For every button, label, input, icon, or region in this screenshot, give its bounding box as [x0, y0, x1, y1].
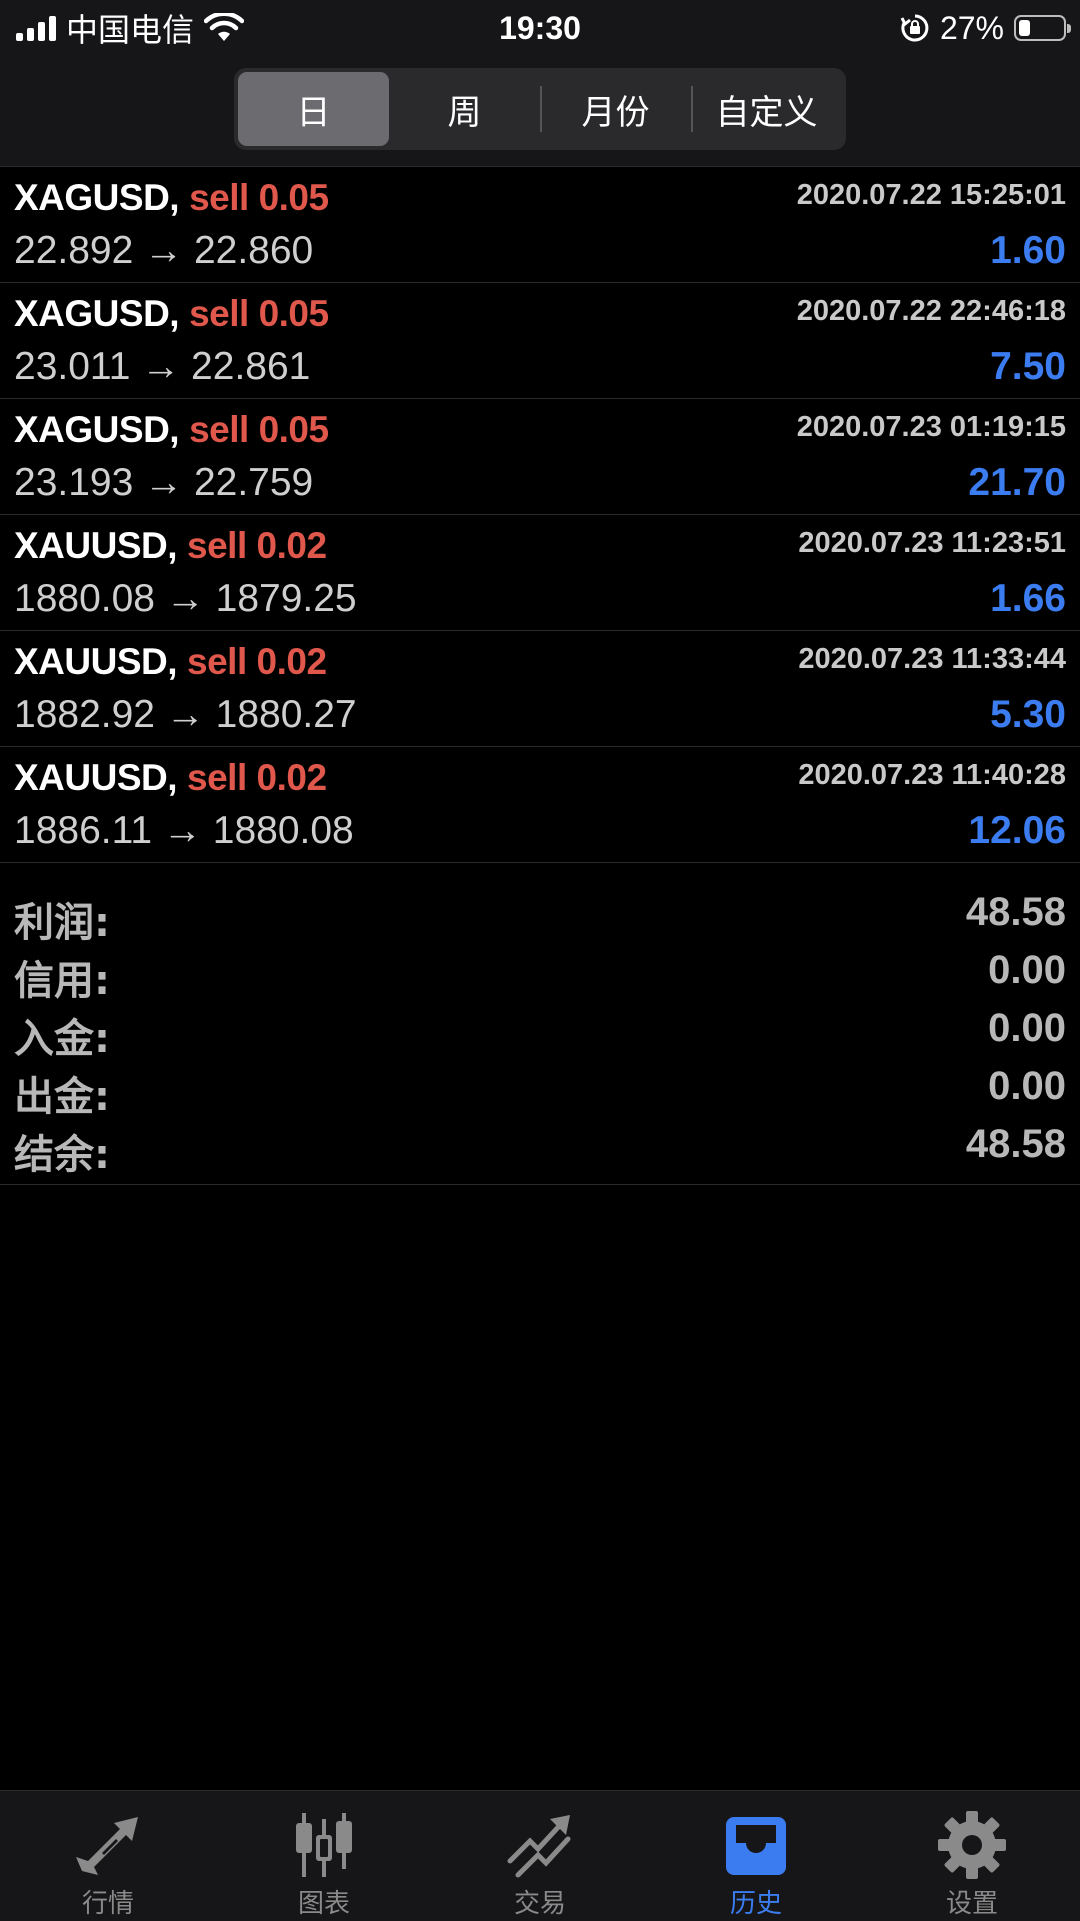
- trade-side: sell 0.05: [189, 293, 329, 334]
- symbol-text: XAGUSD,: [14, 293, 180, 334]
- tab-charts[interactable]: 图表: [216, 1791, 432, 1921]
- trade-row[interactable]: XAUUSD, sell 0.02 2020.07.23 11:33:44 188…: [0, 631, 1080, 747]
- trade-symbol: XAGUSD, sell 0.05: [14, 177, 329, 219]
- trade-side: sell 0.02: [187, 757, 327, 798]
- quotes-arrows-icon: [76, 1817, 138, 1875]
- trade-prices: 22.892 → 22.860: [14, 229, 314, 272]
- trade-profit: 12.06: [968, 809, 1066, 852]
- trade-profit: 5.30: [990, 693, 1066, 736]
- summary-label: 出金:: [14, 1074, 110, 1120]
- trade-side: sell 0.05: [189, 177, 329, 218]
- battery-percent: 27%: [939, 9, 1004, 46]
- battery-icon: [1014, 15, 1071, 41]
- symbol-text: XAGUSD,: [14, 177, 180, 218]
- trade-prices: 23.193 → 22.759: [14, 461, 314, 504]
- symbol-text: XAUUSD,: [14, 525, 178, 566]
- tab-label: 设置: [945, 1889, 998, 1919]
- tab-label: 图表: [297, 1889, 350, 1919]
- summary-withdrawal-row: 出金: 0.00: [0, 1062, 1080, 1120]
- tab-settings[interactable]: 设置: [864, 1791, 1080, 1921]
- trade-row[interactable]: XAGUSD, sell 0.05 2020.07.22 15:25:01 22.…: [0, 167, 1080, 283]
- trade-symbol: XAUUSD, sell 0.02: [14, 641, 327, 683]
- segment-day[interactable]: 日: [238, 72, 389, 146]
- trade-symbol: XAGUSD, sell 0.05: [14, 409, 329, 451]
- summary-credit-row: 信用: 0.00: [0, 946, 1080, 1004]
- segment-custom[interactable]: 自定义: [691, 72, 842, 146]
- trade-history-list: XAGUSD, sell 0.05 2020.07.22 15:25:01 22.…: [0, 167, 1080, 863]
- trade-row[interactable]: XAUUSD, sell 0.02 2020.07.23 11:40:28 188…: [0, 747, 1080, 863]
- trade-time: 2020.07.23 11:23:51: [798, 527, 1066, 559]
- summary-label: 利润:: [14, 900, 110, 946]
- trade-profit: 1.60: [990, 229, 1066, 272]
- trade-row[interactable]: XAUUSD, sell 0.02 2020.07.23 11:23:51 188…: [0, 515, 1080, 631]
- trade-profit: 7.50: [990, 345, 1066, 388]
- trade-symbol: XAUUSD, sell 0.02: [14, 757, 327, 799]
- trade-symbol: XAGUSD, sell 0.05: [14, 293, 329, 335]
- summary-label: 信用:: [14, 958, 110, 1004]
- tab-quotes[interactable]: 行情: [0, 1791, 216, 1921]
- rotation-lock-icon: [900, 14, 929, 42]
- tab-label: 交易: [513, 1889, 566, 1919]
- trade-prices: 1880.08 → 1879.25: [14, 577, 357, 620]
- segment-month[interactable]: 月份: [540, 72, 691, 146]
- tab-label: 行情: [81, 1889, 134, 1919]
- summary-value: 0.00: [988, 1064, 1066, 1108]
- symbol-text: XAUUSD,: [14, 641, 178, 682]
- segment-week[interactable]: 周: [389, 72, 540, 146]
- candlestick-chart-icon: [296, 1813, 352, 1877]
- trade-time: 2020.07.22 15:25:01: [796, 179, 1066, 211]
- status-right: 27%: [900, 8, 1071, 48]
- tab-history[interactable]: 历史: [648, 1791, 864, 1921]
- trade-symbol: XAUUSD, sell 0.02: [14, 525, 327, 567]
- summary-balance-row: 结余: 48.58: [0, 1120, 1080, 1178]
- trade-trend-icon: [507, 1815, 571, 1878]
- bottom-tab-bar: 行情 图表 交易 历史 设置: [0, 1790, 1080, 1921]
- account-summary: 利润: 48.58 信用: 0.00 入金: 0.00 出金: 0.00 结余:…: [0, 874, 1080, 1185]
- summary-value: 48.58: [965, 890, 1066, 934]
- trade-side: sell 0.02: [187, 525, 327, 566]
- trade-profit: 1.66: [990, 577, 1066, 620]
- trade-profit: 21.70: [968, 461, 1066, 504]
- history-inbox-icon: [726, 1817, 786, 1875]
- symbol-text: XAUUSD,: [14, 757, 178, 798]
- summary-label: 入金:: [14, 1016, 110, 1062]
- trade-row[interactable]: XAGUSD, sell 0.05 2020.07.23 01:19:15 23.…: [0, 399, 1080, 515]
- trade-side: sell 0.05: [189, 409, 329, 450]
- trade-time: 2020.07.23 11:40:28: [798, 759, 1066, 791]
- summary-profit-row: 利润: 48.58: [0, 888, 1080, 946]
- trade-prices: 1882.92 → 1880.27: [14, 693, 357, 736]
- trade-row[interactable]: XAGUSD, sell 0.05 2020.07.22 22:46:18 23.…: [0, 283, 1080, 399]
- trade-side: sell 0.02: [187, 641, 327, 682]
- battery-level: [1019, 20, 1031, 36]
- gear-icon: [938, 1811, 1006, 1879]
- summary-value: 0.00: [988, 1006, 1066, 1050]
- tab-label: 历史: [729, 1889, 782, 1919]
- summary-value: 0.00: [988, 948, 1066, 992]
- period-header: 日 周 月份 自定义: [0, 56, 1080, 167]
- trade-prices: 1886.11 → 1880.08: [14, 809, 354, 852]
- trade-time: 2020.07.23 01:19:15: [796, 411, 1066, 443]
- symbol-text: XAGUSD,: [14, 409, 180, 450]
- summary-deposit-row: 入金: 0.00: [0, 1004, 1080, 1062]
- trade-prices: 23.011 → 22.861: [14, 345, 311, 388]
- tab-trade[interactable]: 交易: [432, 1791, 648, 1921]
- trade-time: 2020.07.22 22:46:18: [796, 295, 1066, 327]
- status-bar: 中国电信 19:30 27%: [0, 0, 1080, 56]
- summary-value: 48.58: [965, 1122, 1066, 1166]
- trade-time: 2020.07.23 11:33:44: [798, 643, 1066, 675]
- summary-label: 结余:: [14, 1132, 110, 1178]
- period-segmented-control: 日 周 月份 自定义: [234, 68, 846, 150]
